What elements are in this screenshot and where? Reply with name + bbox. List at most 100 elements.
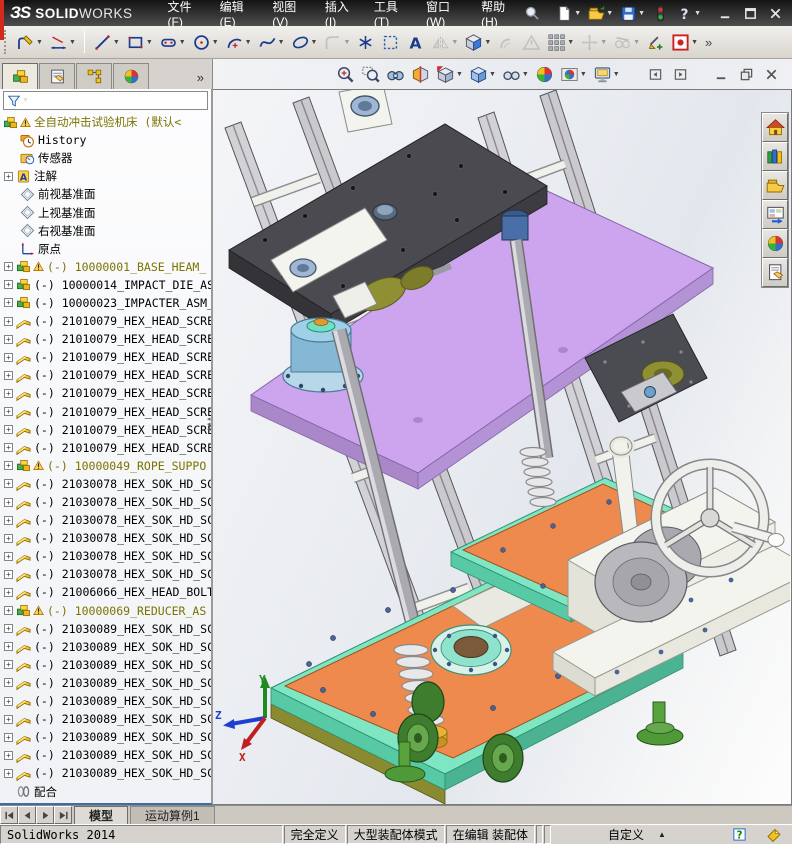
move-entities-button[interactable]: ▼ (577, 31, 610, 54)
expand-icon[interactable]: + (4, 262, 13, 272)
dropdown-arrow-icon[interactable]: ▼ (489, 71, 496, 78)
tab-configurationmanager[interactable] (76, 63, 112, 89)
apply-scene-button[interactable]: ▼ (557, 63, 590, 86)
dropdown-arrow-icon[interactable]: ▼ (694, 10, 701, 17)
dropdown-arrow-icon[interactable]: ▼ (638, 10, 645, 17)
dropdown-arrow-icon[interactable]: ▼ (580, 71, 587, 78)
dropdown-arrow-icon[interactable]: ▼ (179, 39, 186, 46)
dropdown-arrow-icon[interactable]: ▼ (245, 39, 252, 46)
custom-properties-tab[interactable] (762, 258, 788, 287)
tree-item[interactable]: + (-) 21030089_HEX_SOK_HD_SC (0, 728, 211, 746)
overflow-chevron[interactable]: » (701, 35, 716, 50)
dropdown-arrow-icon[interactable]: ▼ (456, 71, 463, 78)
display-relations-button[interactable]: ▼ (610, 31, 643, 54)
tree-item[interactable]: 配合 (0, 782, 211, 800)
tab-featuremanager[interactable] (2, 63, 38, 89)
expand-icon[interactable]: + (4, 479, 13, 489)
win-restore-button[interactable] (736, 65, 757, 84)
sketch-button[interactable]: ▼ (13, 31, 46, 54)
zoom-area-button[interactable] (358, 63, 383, 86)
point-button[interactable] (353, 31, 378, 54)
select-box-button[interactable] (378, 31, 403, 54)
tree-item[interactable]: + (-) 21030089_HEX_SOK_HD_SC (0, 620, 211, 638)
tree-item[interactable]: + (-) 21010079_HEX_HEAD_SCRE (0, 403, 211, 421)
dropdown-arrow-icon[interactable]: ▼ (69, 39, 76, 46)
dropdown-arrow-icon[interactable]: ▼ (343, 39, 350, 46)
search-button[interactable] (521, 3, 543, 23)
tree-item[interactable]: History (0, 131, 211, 149)
win-maximize-button[interactable] (739, 4, 761, 22)
view-orientation-button[interactable]: ▼ (433, 63, 466, 86)
open-folder-button[interactable]: ▼ (585, 3, 616, 24)
dropdown-arrow-icon[interactable]: ▼ (691, 39, 698, 46)
nav-first-button[interactable] (0, 806, 18, 824)
tree-item[interactable]: 原点 (0, 240, 211, 258)
expand-icon[interactable]: + (4, 334, 13, 344)
dropdown-arrow-icon[interactable]: ▼ (606, 10, 613, 17)
expand-icon[interactable]: + (4, 497, 13, 507)
expand-icon[interactable]: + (4, 407, 13, 417)
expand-icon[interactable]: + (4, 298, 13, 308)
tree-filter[interactable]: ▼ (3, 91, 208, 110)
filter-dropdown-arrow[interactable]: ▼ (22, 97, 29, 104)
status-help-button[interactable]: ? (722, 825, 756, 844)
tree-item[interactable]: + (-) 21006066_HEX_HEAD_BOLT (0, 583, 211, 601)
tree-item[interactable]: + (-) 21030078_HEX_SOK_HD_SC (0, 529, 211, 547)
win-close-button[interactable] (764, 4, 786, 22)
rectangle-button[interactable]: ▼ (123, 31, 156, 54)
previous-view-button[interactable] (383, 63, 408, 86)
dropdown-arrow-icon[interactable]: ▼ (633, 39, 640, 46)
tree-item[interactable]: 全自动冲击试验机床 (默认< (0, 113, 211, 131)
expand-icon[interactable]: + (4, 642, 13, 652)
tree-item[interactable]: 前视基准面 (0, 185, 211, 203)
expand-icon[interactable]: + (4, 461, 13, 471)
help-button[interactable]: ? ▼ (673, 3, 704, 24)
mirror-entities-button[interactable]: ▼ (428, 31, 461, 54)
text-tool-button[interactable]: A (403, 31, 428, 54)
design-library-tab[interactable] (762, 142, 788, 171)
expand-icon[interactable]: + (4, 280, 13, 290)
expand-icon[interactable]: + (4, 533, 13, 543)
status-custom-menu[interactable]: 自定义 ▲ (552, 825, 722, 844)
smart-dimension-button[interactable]: ▼ (46, 31, 79, 54)
arc-button[interactable]: ▼ (222, 31, 255, 54)
manager-tabs-chevron[interactable]: » (197, 70, 210, 89)
expand-icon[interactable]: + (4, 750, 13, 760)
section-view-button[interactable] (408, 63, 433, 86)
tree-item[interactable]: + (-) 21030078_HEX_SOK_HD_SC (0, 493, 211, 511)
convert-entities-button[interactable]: ▼ (461, 31, 494, 54)
expand-icon[interactable]: + (4, 443, 13, 453)
expand-icon[interactable]: + (4, 551, 13, 561)
dropdown-arrow-icon[interactable]: ▼ (311, 39, 318, 46)
expand-icon[interactable]: + (4, 388, 13, 398)
tree-item[interactable]: + (-) 21010079_HEX_HEAD_SCRE (0, 312, 211, 330)
tree-item[interactable]: + (-) 10000069_REDUCER_AS (0, 602, 211, 620)
sketch-warning-button[interactable] (519, 31, 544, 54)
dropdown-arrow-icon[interactable]: ▼ (600, 39, 607, 46)
expand-icon[interactable]: + (4, 569, 13, 579)
dropdown-arrow-icon[interactable]: ▼ (613, 71, 620, 78)
spline-button[interactable]: ▼ (255, 31, 288, 54)
home-tab[interactable] (762, 113, 788, 142)
save-button[interactable]: ▼ (617, 3, 648, 24)
win-close-button[interactable] (761, 65, 782, 84)
tree-item[interactable]: + (-) 21030089_HEX_SOK_HD_SC (0, 674, 211, 692)
tree-item[interactable]: + (-) 21030089_HEX_SOK_HD_SC (0, 710, 211, 728)
expand-icon[interactable]: + (4, 171, 13, 181)
tab-motion-study[interactable]: 运动算例1 (130, 806, 215, 824)
tree-item[interactable]: 传感器 (0, 149, 211, 167)
zoom-fit-button[interactable] (333, 63, 358, 86)
win-minimize-button[interactable] (714, 4, 736, 22)
circle-button[interactable]: ▼ (189, 31, 222, 54)
tree-item[interactable]: + (-) 10000023_IMPACTER_ASM_ (0, 294, 211, 312)
tree-item[interactable]: + (-) 21030078_HEX_SOK_HD_SC (0, 547, 211, 565)
tree-item[interactable]: + (-) 21010079_HEX_HEAD_SCRE (0, 384, 211, 402)
quick-snaps-button[interactable] (643, 31, 668, 54)
dropdown-arrow-icon[interactable]: ▼ (451, 39, 458, 46)
expand-icon[interactable]: + (4, 606, 13, 616)
fillet-button[interactable]: ▼ (320, 31, 353, 54)
expand-icon[interactable]: + (4, 768, 13, 778)
expand-icon[interactable]: + (4, 352, 13, 362)
expand-icon[interactable]: + (4, 587, 13, 597)
appearances-tab[interactable] (762, 229, 788, 258)
